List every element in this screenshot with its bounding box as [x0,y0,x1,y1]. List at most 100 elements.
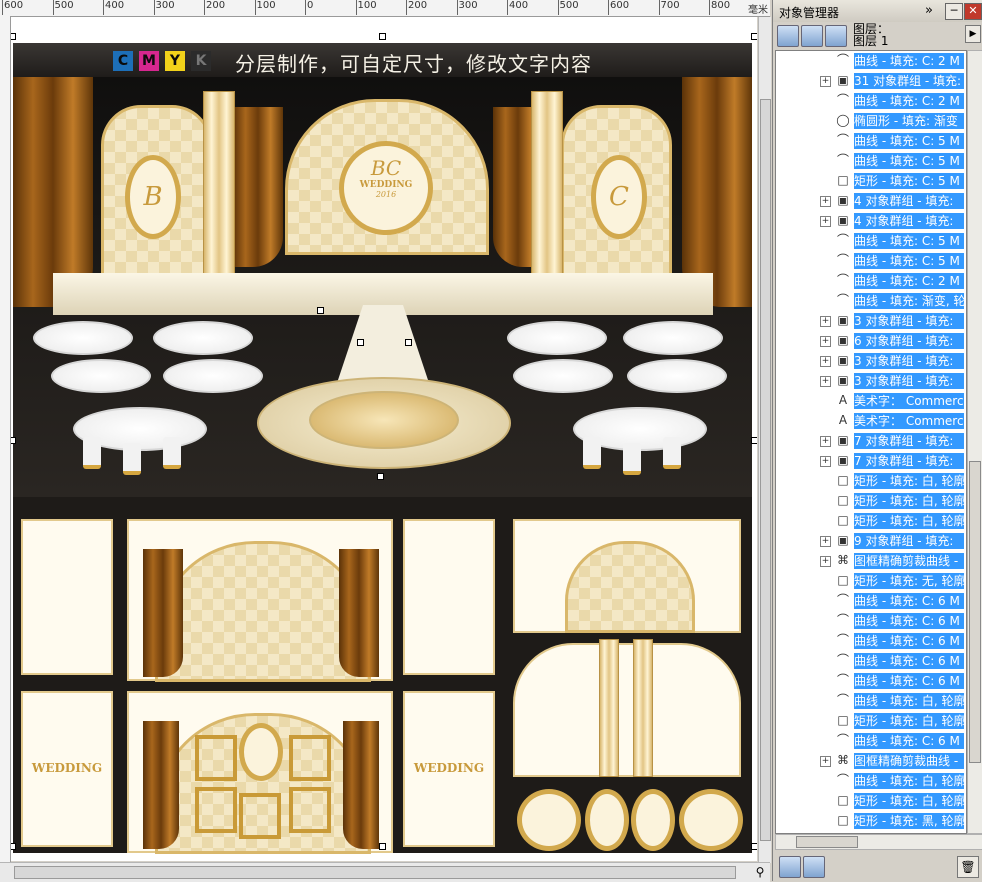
collapse-icon[interactable]: » [925,3,933,18]
selection-handle[interactable] [357,339,364,346]
stage-scene[interactable]: B BC WEDDING 2016 C [13,77,752,497]
object-row[interactable]: + ▣ 3 对象群组 - 填充: [776,371,966,391]
panel-right-oval[interactable] [403,519,495,675]
object-row[interactable]: ⌒ 曲线 - 填充: C: 6 M [776,631,966,651]
object-row[interactable]: □ 矩形 - 填充: 白, 轮廓 [776,791,966,811]
flyout-arrow-icon[interactable]: ▶ [965,25,981,43]
new-layer-icon[interactable] [779,856,801,878]
show-properties-icon[interactable] [777,25,799,47]
object-row[interactable]: + ⌘ 图框精确剪裁曲线 - [776,751,966,771]
ornament-round[interactable] [517,789,581,851]
object-row[interactable]: ⌒ 曲线 - 填充: 白, 轮廓 [776,691,966,711]
object-row[interactable]: + ▣ 3 对象群组 - 填充: [776,311,966,331]
object-row[interactable]: + ▣ 7 对象群组 - 填充: [776,451,966,471]
object-row[interactable]: □ 矩形 - 填充: C: 5 M [776,171,966,191]
artboard-wedding-design[interactable]: C M Y K 分层制作，可自定尺寸，修改文字内容 B BC WEDDING 2… [13,43,752,854]
object-row[interactable]: A 美术字： Commerc [776,391,966,411]
object-row[interactable]: ⌒ 曲线 - 填充: C: 2 M [776,51,966,71]
object-tree[interactable]: ⌒ 曲线 - 填充: C: 2 M + ▣ 31 对象群组 - 填充: ⌒ 曲线 - 填充:… [775,50,967,834]
delete-icon[interactable]: 🗑 [957,856,979,878]
panel-double-gate[interactable] [513,643,741,777]
object-row[interactable]: □ 矩形 - 填充: 白, 轮廓 [776,511,966,531]
edit-across-layers-icon[interactable] [801,25,823,47]
tree-horizontal-scroll-thumb[interactable] [796,836,858,848]
new-master-layer-icon[interactable] [803,856,825,878]
canvas-vertical-scrollbar[interactable] [758,17,771,863]
expand-icon[interactable]: + [820,316,831,327]
banner[interactable]: C M Y K 分层制作，可自定尺寸，修改文字内容 [13,43,752,77]
object-row[interactable]: □ 矩形 - 填充: 白, 轮廓 [776,471,966,491]
tree-vertical-scroll-thumb[interactable] [969,461,981,763]
ornament-round-2[interactable] [679,789,743,851]
object-row[interactable]: ⌒ 曲线 - 填充: 白, 轮廓 [776,771,966,791]
object-row[interactable]: □ 矩形 - 填充: 黑, 轮廓 [776,811,966,831]
object-row[interactable]: + ▣ 4 对象群组 - 填充: [776,191,966,211]
object-row[interactable]: ⌒ 曲线 - 填充: C: 2 M [776,271,966,291]
object-row[interactable]: ⌒ 曲线 - 填充: C: 6 M [776,671,966,691]
expand-icon[interactable]: + [820,436,831,447]
object-row[interactable]: + ▣ 31 对象群组 - 填充: [776,71,966,91]
object-row[interactable]: □ 矩形 - 填充: 白, 轮廓 [776,711,966,731]
object-row[interactable]: ⌒ 曲线 - 填充: C: 6 M [776,611,966,631]
page-handle-top-center[interactable] [379,33,386,40]
object-row[interactable]: + ▣ 3 对象群组 - 填充: [776,351,966,371]
panel-curtain-arch[interactable] [127,519,393,682]
object-row[interactable]: A 美术字： Commerc [776,411,966,431]
expand-icon[interactable]: + [820,376,831,387]
object-row[interactable]: + ▣ 7 对象群组 - 填充: [776,431,966,451]
object-row[interactable]: ⌒ 曲线 - 填充: C: 6 M [776,591,966,611]
vertical-ruler[interactable] [0,16,11,862]
expand-icon[interactable]: + [820,336,831,347]
object-row[interactable]: ⌒ 曲线 - 填充: C: 5 M [776,251,966,271]
panel-wedding-right[interactable]: WEDDING [403,691,495,847]
canvas-horizontal-scrollbar[interactable]: ⚲ [0,862,770,882]
object-row[interactable]: ⌒ 曲线 - 填充: C: 6 M [776,731,966,751]
panel-wedding-left[interactable]: WEDDING [21,691,113,847]
zoom-icon[interactable]: ⚲ [752,864,768,880]
expand-icon[interactable]: + [820,76,831,87]
panel-left-oval[interactable] [21,519,113,675]
expand-icon[interactable]: + [820,456,831,467]
selection-handle[interactable] [377,473,384,480]
page-handle-bottom-left[interactable] [11,843,16,850]
panel-arch-wide[interactable] [513,519,741,633]
docker-titlebar[interactable]: 对象管理器 » ─ ✕ [773,0,982,22]
page-handle-middle-left[interactable] [11,437,16,444]
close-button[interactable]: ✕ [964,3,982,20]
layer-manager-view-icon[interactable] [825,25,847,47]
selection-handle[interactable] [405,339,412,346]
panel-frames[interactable] [127,691,393,854]
object-row[interactable]: + ⌘ 图框精确剪裁曲线 - [776,551,966,571]
page-handle-bottom-center[interactable] [379,843,386,850]
selection-handle[interactable] [317,307,324,314]
canvas-horizontal-scroll-thumb[interactable] [14,866,736,879]
drawing-canvas[interactable]: C M Y K 分层制作，可自定尺寸，修改文字内容 B BC WEDDING 2… [11,17,757,861]
expand-icon[interactable]: + [820,216,831,227]
object-row[interactable]: ⌒ 曲线 - 填充: C: 5 M [776,131,966,151]
object-manager-docker[interactable]: 对象管理器 » ─ ✕ 图层： 图层 1 ▶ ⌒ 曲线 - 填充: C: 2 M +… [772,0,982,881]
object-row[interactable]: □ 矩形 - 填充: 白, 轮廓 [776,491,966,511]
page-handle-middle-right[interactable] [751,437,757,444]
object-row[interactable]: □ 矩形 - 填充: 无, 轮廓 [776,571,966,591]
page-handle-bottom-right[interactable] [751,843,757,850]
object-row[interactable]: ⌒ 曲线 - 填充: C: 6 M [776,651,966,671]
page-handle-top-right[interactable] [751,33,757,40]
object-row[interactable]: ⌒ 曲线 - 填充: 渐变, 轮 [776,291,966,311]
expand-icon[interactable]: + [820,536,831,547]
object-row[interactable]: ◯ 椭圆形 - 填充: 渐变 [776,111,966,131]
expand-icon[interactable]: + [820,356,831,367]
ornament-oval-2[interactable] [631,789,675,851]
object-row[interactable]: ⌒ 曲线 - 填充: C: 2 M [776,91,966,111]
object-row[interactable]: ⌒ 曲线 - 填充: C: 5 M [776,151,966,171]
canvas-vertical-scroll-thumb[interactable] [760,99,771,841]
object-row[interactable]: + ▣ 9 对象群组 - 填充: [776,531,966,551]
object-row[interactable]: + ▣ 6 对象群组 - 填充: [776,331,966,351]
horizontal-ruler[interactable]: 毫米 600 500 400 300 200 100 0 100 200 300 400 500 600… [0,0,770,17]
ornament-oval-1[interactable] [585,789,629,851]
minimize-button[interactable]: ─ [945,3,963,20]
expand-icon[interactable]: + [820,556,831,567]
tree-horizontal-scrollbar[interactable] [775,834,982,850]
expand-icon[interactable]: + [820,756,831,767]
tree-vertical-scrollbar[interactable] [967,50,982,834]
expand-icon[interactable]: + [820,196,831,207]
